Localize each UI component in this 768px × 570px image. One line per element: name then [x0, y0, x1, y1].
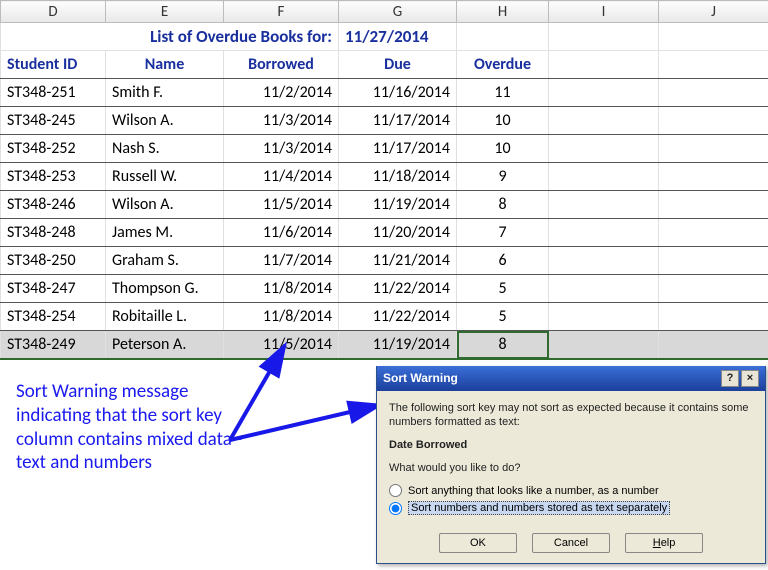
col-header[interactable]: F	[224, 1, 339, 23]
radio-input[interactable]	[389, 502, 402, 515]
cell-overdue[interactable]: 8	[457, 331, 549, 359]
cell-name[interactable]: Nash S.	[106, 135, 224, 163]
col-header[interactable]: I	[549, 1, 659, 23]
radio-label: Sort anything that looks like a number, …	[408, 485, 659, 497]
table-row[interactable]: ST348-252Nash S.11/3/201411/17/201410	[1, 135, 768, 163]
cell-id[interactable]: ST348-247	[1, 275, 106, 303]
cell-overdue[interactable]: 7	[457, 219, 549, 247]
radio-input[interactable]	[389, 484, 402, 497]
cell-name[interactable]: Graham S.	[106, 247, 224, 275]
cell-borrowed[interactable]: 11/8/2014	[224, 303, 339, 331]
dialog-titlebar[interactable]: Sort Warning ? ×	[377, 366, 765, 391]
cell-due[interactable]: 11/19/2014	[339, 331, 457, 359]
title-date[interactable]: 11/27/2014	[339, 23, 457, 51]
cell-borrowed[interactable]: 11/7/2014	[224, 247, 339, 275]
table-header-row[interactable]: Student ID Name Borrowed Due Overdue	[1, 51, 768, 79]
cell-id[interactable]: ST348-246	[1, 191, 106, 219]
cell-borrowed[interactable]: 11/6/2014	[224, 219, 339, 247]
cell-id[interactable]: ST348-250	[1, 247, 106, 275]
cell-due[interactable]: 11/22/2014	[339, 275, 457, 303]
radio-option-separate[interactable]: Sort numbers and numbers stored as text …	[389, 501, 753, 515]
cell-overdue[interactable]: 8	[457, 191, 549, 219]
table-row[interactable]: ST348-245Wilson A.11/3/201411/17/201410	[1, 107, 768, 135]
annotation-text: Sort Warning message indicating that the…	[16, 380, 246, 475]
cell-due[interactable]: 11/20/2014	[339, 219, 457, 247]
cell-overdue[interactable]: 5	[457, 303, 549, 331]
header-name[interactable]: Name	[106, 51, 224, 79]
header-student-id[interactable]: Student ID	[1, 51, 106, 79]
radio-label: Sort numbers and numbers stored as text …	[408, 501, 670, 515]
cell-id[interactable]: ST348-252	[1, 135, 106, 163]
close-icon[interactable]: ×	[741, 370, 759, 387]
table-row[interactable]: ST348-248James M.11/6/201411/20/20147	[1, 219, 768, 247]
cell-due[interactable]: 11/16/2014	[339, 79, 457, 107]
table-row[interactable]: ST348-250Graham S.11/7/201411/21/20146	[1, 247, 768, 275]
col-header[interactable]: E	[106, 1, 224, 23]
cell-name[interactable]: Robitaille L.	[106, 303, 224, 331]
table-row[interactable]: ST348-246Wilson A.11/5/201411/19/20148	[1, 191, 768, 219]
cell-borrowed[interactable]: 11/5/2014	[224, 191, 339, 219]
cell-due[interactable]: 11/18/2014	[339, 163, 457, 191]
cell-overdue[interactable]: 9	[457, 163, 549, 191]
cell-due[interactable]: 11/22/2014	[339, 303, 457, 331]
dialog-message: The following sort key may not sort as e…	[389, 401, 753, 431]
cell-borrowed[interactable]: 11/4/2014	[224, 163, 339, 191]
cell-borrowed[interactable]: 11/8/2014	[224, 275, 339, 303]
cell-borrowed[interactable]: 11/2/2014	[224, 79, 339, 107]
cell-due[interactable]: 11/17/2014	[339, 107, 457, 135]
cell-id[interactable]: ST348-253	[1, 163, 106, 191]
cell-id[interactable]: ST348-245	[1, 107, 106, 135]
cell-id[interactable]: ST348-254	[1, 303, 106, 331]
col-header[interactable]: J	[659, 1, 768, 23]
help-button[interactable]: Help	[625, 533, 703, 553]
radio-option-numbers[interactable]: Sort anything that looks like a number, …	[389, 484, 753, 497]
cell-name[interactable]: Russell W.	[106, 163, 224, 191]
cell-name[interactable]: Wilson A.	[106, 107, 224, 135]
col-header[interactable]: D	[1, 1, 106, 23]
dialog-sort-key: Date Borrowed	[389, 438, 753, 453]
cell-overdue[interactable]: 5	[457, 275, 549, 303]
cell-overdue[interactable]: 11	[457, 79, 549, 107]
table-row[interactable]: ST348-249Peterson A.11/5/201411/19/20148	[1, 331, 768, 359]
cell-name[interactable]: Wilson A.	[106, 191, 224, 219]
sort-warning-dialog: Sort Warning ? × The following sort key …	[376, 366, 766, 564]
header-due[interactable]: Due	[339, 51, 457, 79]
col-header[interactable]: H	[457, 1, 549, 23]
cell-name[interactable]: James M.	[106, 219, 224, 247]
title-row[interactable]: List of Overdue Books for: 11/27/2014	[1, 23, 768, 51]
cell-overdue[interactable]: 10	[457, 135, 549, 163]
cell-overdue[interactable]: 6	[457, 247, 549, 275]
table-row[interactable]: ST348-251Smith F.11/2/201411/16/201411	[1, 79, 768, 107]
cell-id[interactable]: ST348-248	[1, 219, 106, 247]
cell-due[interactable]: 11/21/2014	[339, 247, 457, 275]
help-icon[interactable]: ?	[721, 370, 739, 387]
cell-name[interactable]: Peterson A.	[106, 331, 224, 359]
header-borrowed[interactable]: Borrowed	[224, 51, 339, 79]
cancel-button[interactable]: Cancel	[532, 533, 610, 553]
cell-name[interactable]: Smith F.	[106, 79, 224, 107]
column-header-row[interactable]: D E F G H I J	[1, 1, 768, 23]
dialog-title-text: Sort Warning	[383, 371, 719, 385]
table-row[interactable]: ST348-254Robitaille L.11/8/201411/22/201…	[1, 303, 768, 331]
cell-borrowed[interactable]: 11/3/2014	[224, 135, 339, 163]
cell-due[interactable]: 11/17/2014	[339, 135, 457, 163]
table-row[interactable]: ST348-253Russell W.11/4/201411/18/20149	[1, 163, 768, 191]
cell-id[interactable]: ST348-249	[1, 331, 106, 359]
col-header[interactable]: G	[339, 1, 457, 23]
spreadsheet-grid[interactable]: D E F G H I J List of Overdue Books for:…	[0, 0, 768, 360]
cell-due[interactable]: 11/19/2014	[339, 191, 457, 219]
title-label[interactable]: List of Overdue Books for:	[1, 23, 339, 51]
header-overdue[interactable]: Overdue	[457, 51, 549, 79]
ok-button[interactable]: OK	[439, 533, 517, 553]
cell-borrowed[interactable]: 11/5/2014	[224, 331, 339, 359]
cell-overdue[interactable]: 10	[457, 107, 549, 135]
table-row[interactable]: ST348-247Thompson G.11/8/201411/22/20145	[1, 275, 768, 303]
dialog-prompt: What would you like to do?	[389, 461, 753, 476]
cell-id[interactable]: ST348-251	[1, 79, 106, 107]
cell-name[interactable]: Thompson G.	[106, 275, 224, 303]
cell-borrowed[interactable]: 11/3/2014	[224, 107, 339, 135]
